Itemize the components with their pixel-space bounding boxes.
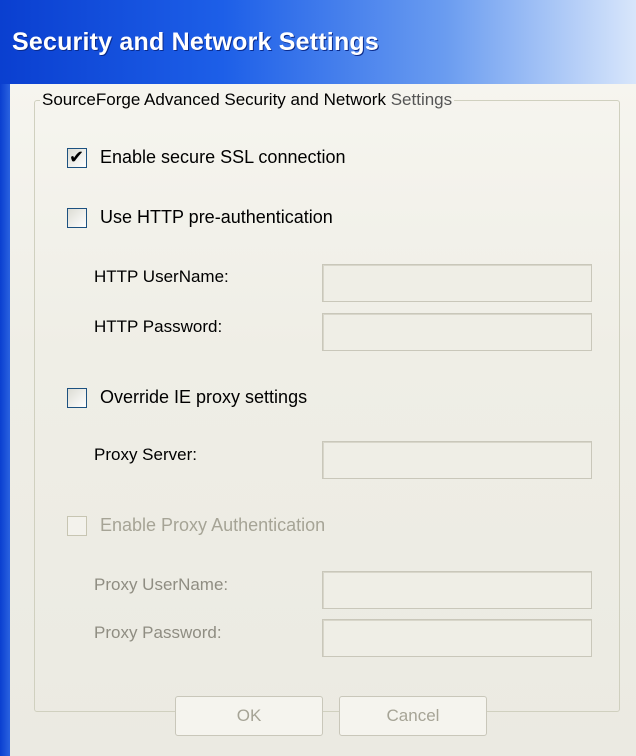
- window-title: Security and Network Settings: [12, 28, 379, 56]
- groupbox-legend-main: SourceForge Advanced Security and Networ…: [42, 90, 386, 109]
- proxy-username-label: Proxy UserName:: [94, 575, 229, 594]
- ssl-checkbox[interactable]: ✔: [67, 147, 87, 168]
- groupbox-legend: SourceForge Advanced Security and Networ…: [40, 90, 455, 110]
- checkmark-icon: ✔: [69, 147, 85, 167]
- title-bar[interactable]: Security and Network Settings: [0, 0, 636, 84]
- proxy-username-field[interactable]: [322, 571, 592, 609]
- groupbox-legend-tail: Settings: [390, 90, 453, 109]
- proxy-password-field[interactable]: [322, 619, 592, 657]
- http-preauth-label[interactable]: Use HTTP pre-authentication: [100, 207, 333, 228]
- proxy-server-label: Proxy Server:: [94, 445, 197, 464]
- settings-window: Security and Network Settings SourceForg…: [0, 0, 636, 756]
- override-proxy-checkbox[interactable]: [67, 388, 87, 408]
- http-password-label: HTTP Password:: [94, 317, 223, 336]
- http-preauth-checkbox[interactable]: [67, 208, 87, 228]
- http-password-field[interactable]: [322, 313, 592, 351]
- override-proxy-label[interactable]: Override IE proxy settings: [100, 387, 307, 408]
- proxy-auth-checkbox[interactable]: [67, 516, 87, 536]
- dialog-client-area: SourceForge Advanced Security and Networ…: [10, 84, 636, 756]
- cancel-button[interactable]: Cancel: [339, 696, 487, 736]
- window-left-border: [0, 84, 10, 756]
- proxy-auth-label: Enable Proxy Authentication: [100, 515, 326, 535]
- ok-button[interactable]: OK: [175, 696, 323, 736]
- proxy-password-label: Proxy Password:: [94, 623, 222, 642]
- http-username-label: HTTP UserName:: [94, 267, 229, 286]
- proxy-server-field[interactable]: [322, 441, 592, 479]
- ssl-label[interactable]: Enable secure SSL connection: [100, 147, 346, 168]
- http-username-field[interactable]: [322, 264, 592, 302]
